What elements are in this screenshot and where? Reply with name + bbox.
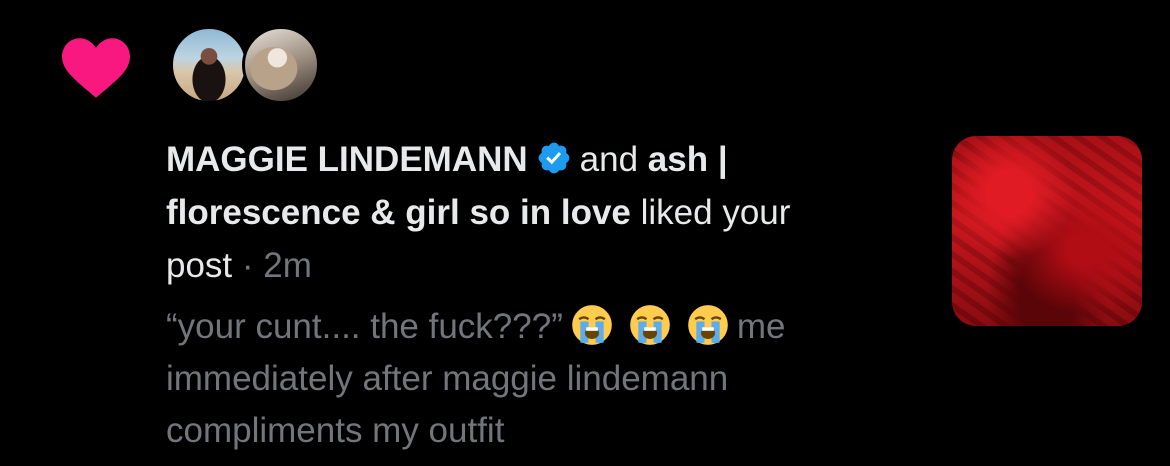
post-text-part1: “your cunt.... the fuck???” bbox=[166, 307, 563, 346]
loudly-crying-face-icon bbox=[630, 305, 670, 345]
verified-badge-icon bbox=[538, 142, 570, 174]
notification-line-2: florescence & girl so in love liked your bbox=[166, 187, 866, 239]
post-preview-text[interactable]: “your cunt.... the fuck???” me immediatel… bbox=[166, 301, 926, 457]
post-text-part2: me bbox=[736, 307, 786, 346]
object-text: post bbox=[166, 246, 233, 285]
timestamp: 2m bbox=[263, 246, 312, 285]
liker-avatars bbox=[170, 26, 330, 106]
user-name-maggie[interactable]: MAGGIE LINDEMANN bbox=[166, 140, 528, 179]
action-text: liked your bbox=[640, 193, 791, 232]
notification-line-1: MAGGIE LINDEMANN and ash | bbox=[166, 134, 866, 186]
notification-line-3: post · 2m bbox=[166, 240, 866, 292]
user-name-ash-part2[interactable]: florescence & girl so in love bbox=[166, 193, 631, 232]
post-media-thumbnail[interactable] bbox=[952, 136, 1142, 326]
separator-dot: · bbox=[241, 246, 254, 285]
avatar-ash[interactable] bbox=[242, 26, 320, 104]
user-name-ash-part1[interactable]: ash | bbox=[648, 140, 728, 179]
loudly-crying-face-icon bbox=[572, 305, 612, 345]
avatar-maggie-lindemann[interactable] bbox=[170, 26, 248, 104]
loudly-crying-face-icon bbox=[688, 305, 728, 345]
post-text-part3: immediately after maggie lindemann bbox=[166, 359, 729, 398]
joiner-text: and bbox=[579, 140, 639, 179]
heart-icon bbox=[62, 38, 130, 98]
post-text-part4: compliments my outfit bbox=[166, 411, 505, 450]
